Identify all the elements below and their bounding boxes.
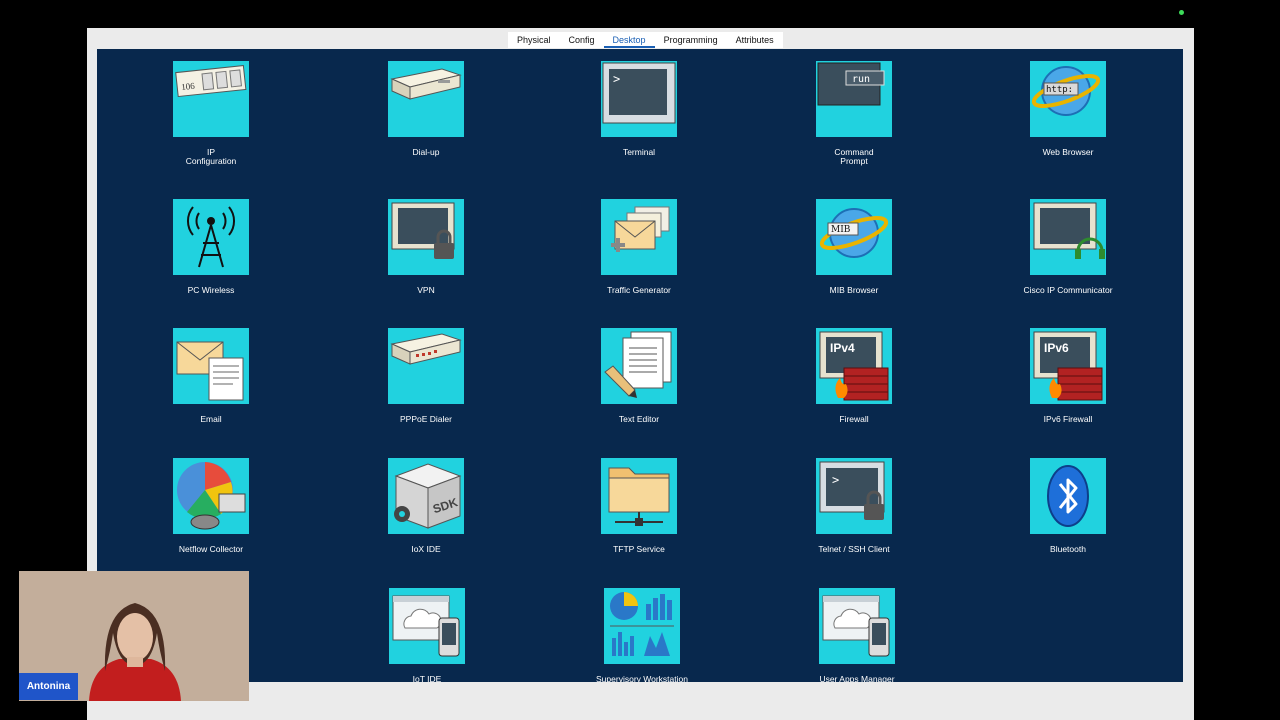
- tab-bar: Physical Config Desktop Programming Attr…: [508, 32, 783, 48]
- tab-config[interactable]: Config: [560, 32, 604, 48]
- ip-communicator-headset-icon: [1030, 199, 1106, 275]
- app-text-editor[interactable]: Text Editor: [579, 328, 699, 424]
- app-dial-up[interactable]: Dial-up: [366, 61, 486, 157]
- svg-text:MIB: MIB: [831, 225, 851, 235]
- app-mib-browser[interactable]: MIB MIB Browser: [794, 199, 914, 295]
- tab-attributes[interactable]: Attributes: [727, 32, 783, 48]
- app-iot-ide[interactable]: IoT IDE: [367, 588, 487, 684]
- app-firewall[interactable]: IPv4 Firewall: [794, 328, 914, 424]
- app-ipv6-firewall[interactable]: IPv6 IPv6 Firewall: [1008, 328, 1128, 424]
- app-pc-wireless[interactable]: PC Wireless: [151, 199, 271, 295]
- command-prompt-icon: run: [816, 61, 892, 137]
- tab-programming[interactable]: Programming: [655, 32, 727, 48]
- tab-desktop[interactable]: Desktop: [603, 32, 655, 48]
- window-bottom-bar: [249, 682, 1194, 720]
- app-label: TFTP Service: [613, 544, 665, 554]
- participant-name-tag: Antonina: [19, 673, 78, 700]
- app-vpn[interactable]: VPN: [366, 199, 486, 295]
- firewall-icon: IPv4: [816, 328, 892, 404]
- netflow-pie-chart-icon: [173, 458, 249, 534]
- app-label: Terminal: [622, 147, 656, 157]
- user-apps-cloud-phone-icon: [819, 588, 895, 664]
- app-label: Traffic Generator: [607, 285, 671, 295]
- app-label: Cisco IP Communicator: [1023, 285, 1113, 295]
- app-label: IP Configuration: [185, 147, 237, 166]
- app-label: Bluetooth: [1050, 544, 1086, 554]
- vpn-monitor-lock-icon: [388, 199, 464, 275]
- status-indicator-icon: [1179, 10, 1184, 15]
- supervisory-charts-icon: [604, 588, 680, 664]
- app-email[interactable]: Email: [151, 328, 271, 424]
- app-label: IPv6 Firewall: [1043, 414, 1093, 424]
- app-label: PPPoE Dialer: [400, 414, 452, 424]
- svg-text:http:: http:: [1046, 85, 1073, 95]
- app-web-browser[interactable]: http: Web Browser: [1008, 61, 1128, 157]
- app-label: Dial-up: [412, 147, 440, 157]
- iot-ide-cloud-phone-icon: [389, 588, 465, 664]
- bluetooth-icon: [1030, 458, 1106, 534]
- app-label: Netflow Collector: [178, 544, 244, 554]
- web-browser-icon: http:: [1030, 61, 1106, 137]
- desktop-panel: 106 IP Configuration Dial-up > Terminal …: [97, 49, 1183, 684]
- app-telnet-ssh-client[interactable]: > Telnet / SSH Client: [794, 458, 914, 554]
- app-label: MIB Browser: [829, 285, 879, 295]
- mib-browser-icon: MIB: [816, 199, 892, 275]
- app-supervisory-workstation[interactable]: Supervisory Workstation: [582, 588, 702, 684]
- pppoe-dialer-icon: [388, 328, 464, 404]
- app-traffic-generator[interactable]: Traffic Generator: [579, 199, 699, 295]
- wireless-antenna-icon: [173, 199, 249, 275]
- app-pppoe-dialer[interactable]: PPPoE Dialer: [366, 328, 486, 424]
- app-label: Command Prompt: [834, 147, 874, 166]
- app-label: Telnet / SSH Client: [818, 544, 890, 554]
- svg-text:106: 106: [181, 81, 196, 92]
- app-tftp-service[interactable]: TFTP Service: [579, 458, 699, 554]
- terminal-icon: >: [601, 61, 677, 137]
- ipv6-firewall-icon: IPv6: [1030, 328, 1106, 404]
- iox-sdk-box-icon: SDK: [388, 458, 464, 534]
- app-iox-ide[interactable]: SDK IoX IDE: [366, 458, 486, 554]
- app-label: Web Browser: [1042, 147, 1094, 157]
- app-cisco-ip-communicator[interactable]: Cisco IP Communicator: [1008, 199, 1128, 295]
- app-user-apps-manager[interactable]: User Apps Manager: [797, 588, 917, 684]
- svg-text:>: >: [832, 473, 839, 487]
- tftp-folder-icon: [601, 458, 677, 534]
- tab-physical[interactable]: Physical: [508, 32, 560, 48]
- text-editor-icon: [601, 328, 677, 404]
- top-bar: [87, 0, 1194, 28]
- svg-text:IPv6: IPv6: [1044, 341, 1069, 355]
- app-label: Email: [200, 414, 222, 424]
- email-icon: [173, 328, 249, 404]
- app-command-prompt[interactable]: run Command Prompt: [794, 61, 914, 165]
- traffic-generator-envelopes-icon: [601, 199, 677, 275]
- app-bluetooth[interactable]: Bluetooth: [1008, 458, 1128, 554]
- app-label: PC Wireless: [187, 285, 235, 295]
- svg-text:>: >: [613, 72, 620, 86]
- app-terminal[interactable]: > Terminal: [579, 61, 699, 157]
- dialup-modem-icon: [388, 61, 464, 137]
- app-ip-configuration[interactable]: 106 IP Configuration: [151, 61, 271, 165]
- app-netflow-collector[interactable]: Netflow Collector: [151, 458, 271, 554]
- app-label: Firewall: [839, 414, 869, 424]
- telnet-ssh-icon: >: [816, 458, 892, 534]
- ip-configuration-icon: 106: [173, 61, 249, 137]
- svg-text:IPv4: IPv4: [830, 341, 855, 355]
- app-label: VPN: [417, 285, 435, 295]
- svg-text:run: run: [852, 74, 870, 85]
- app-label: IoX IDE: [411, 544, 441, 554]
- app-label: Text Editor: [618, 414, 660, 424]
